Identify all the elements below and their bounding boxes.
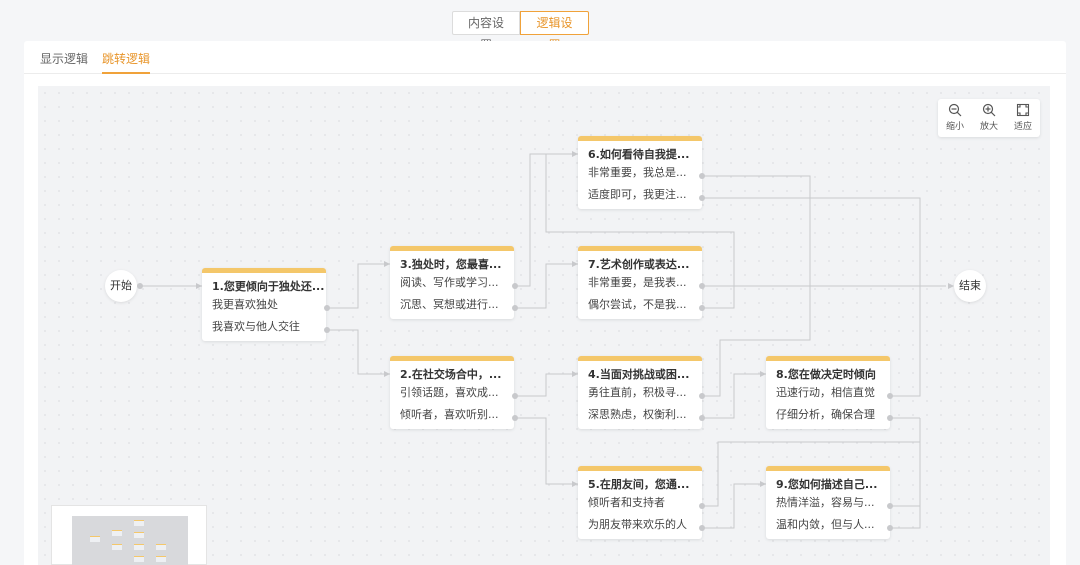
content-settings-tab[interactable]: 内容设置 bbox=[452, 11, 520, 52]
option-port[interactable] bbox=[512, 283, 518, 289]
option-port[interactable] bbox=[699, 503, 705, 509]
question-node-6[interactable]: 6.如何看待自我提... 非常重要，我总是... 适度即可，我更注... bbox=[578, 136, 702, 209]
question-node-3[interactable]: 3.独处时，您最喜... 阅读、写作或学习... 沉思、冥想或进行... bbox=[390, 246, 514, 319]
question-node-2[interactable]: 2.在社交场合中，... 引领话题，喜欢成... 倾听者，喜欢听别... bbox=[390, 356, 514, 429]
node-option: 沉思、冥想或进行... bbox=[400, 298, 499, 311]
node-title: 2.在社交场合中，... bbox=[400, 368, 502, 381]
node-option: 温和内敛，但与人... bbox=[776, 518, 875, 531]
node-option: 非常重要，是我表... bbox=[588, 276, 687, 289]
minimap-node bbox=[156, 556, 166, 562]
option-port[interactable] bbox=[699, 283, 705, 289]
node-title: 8.您在做决定时倾向 bbox=[776, 368, 876, 381]
question-node-8[interactable]: 8.您在做决定时倾向 迅速行动，相信直觉 仔细分析，确保合理 bbox=[766, 356, 890, 429]
node-option: 适度即可，我更注... bbox=[588, 188, 687, 201]
node-option: 仔细分析，确保合理 bbox=[776, 408, 875, 421]
minimap-node bbox=[156, 544, 166, 550]
option-port[interactable] bbox=[699, 305, 705, 311]
option-port[interactable] bbox=[699, 195, 705, 201]
minimap-node bbox=[134, 532, 144, 538]
fit-screen-icon bbox=[1016, 103, 1030, 117]
minimap-node bbox=[112, 530, 122, 536]
node-title: 1.您更倾向于独处还... bbox=[212, 280, 325, 293]
tab-display-logic[interactable]: 显示逻辑 bbox=[40, 50, 88, 74]
minimap-node bbox=[134, 520, 144, 526]
tab-jump-logic[interactable]: 跳转逻辑 bbox=[102, 50, 151, 74]
option-port[interactable] bbox=[324, 327, 330, 333]
question-node-9[interactable]: 9.您如何描述自己... 热情洋溢，容易与... 温和内敛，但与人... bbox=[766, 466, 890, 539]
node-option: 阅读、写作或学习... bbox=[400, 276, 499, 289]
minimap[interactable] bbox=[51, 505, 207, 565]
node-title: 3.独处时，您最喜... bbox=[400, 258, 502, 271]
minimap-viewport[interactable] bbox=[72, 516, 188, 565]
option-port[interactable] bbox=[699, 173, 705, 179]
node-title: 5.在朋友间，您通... bbox=[588, 478, 690, 491]
node-option: 我更喜欢独处 bbox=[212, 298, 278, 311]
option-port[interactable] bbox=[512, 415, 518, 421]
option-port[interactable] bbox=[699, 393, 705, 399]
zoom-in-icon bbox=[982, 103, 996, 117]
zoom-controls: 缩小 放大 适应 bbox=[938, 99, 1040, 137]
node-option: 深思熟虑，权衡利... bbox=[588, 408, 687, 421]
option-port[interactable] bbox=[512, 305, 518, 311]
minimap-node bbox=[134, 544, 144, 550]
option-port[interactable] bbox=[887, 503, 893, 509]
minimap-node bbox=[90, 536, 100, 542]
option-port[interactable] bbox=[512, 393, 518, 399]
node-title: 4.当面对挑战或困... bbox=[588, 368, 690, 381]
start-port[interactable] bbox=[137, 283, 143, 289]
sub-tabs: 显示逻辑 跳转逻辑 bbox=[24, 41, 1066, 74]
option-port[interactable] bbox=[699, 415, 705, 421]
option-port[interactable] bbox=[887, 525, 893, 531]
start-node[interactable]: 开始 bbox=[105, 270, 137, 302]
node-option: 倾听者，喜欢听别... bbox=[400, 408, 499, 421]
fit-view-button[interactable]: 适应 bbox=[1008, 103, 1038, 137]
node-title: 6.如何看待自我提... bbox=[588, 148, 690, 161]
option-port[interactable] bbox=[887, 415, 893, 421]
question-node-5[interactable]: 5.在朋友间，您通... 倾听者和支持者 为朋友带来欢乐的人 bbox=[578, 466, 702, 539]
flow-canvas[interactable] bbox=[38, 86, 1050, 565]
option-port[interactable] bbox=[324, 305, 330, 311]
node-option: 非常重要，我总是... bbox=[588, 166, 687, 179]
zoom-out-button[interactable]: 缩小 bbox=[940, 103, 970, 137]
node-option: 勇往直前，积极寻... bbox=[588, 386, 687, 399]
zoom-in-button[interactable]: 放大 bbox=[974, 103, 1004, 137]
minimap-node bbox=[134, 556, 144, 562]
fit-view-label: 适应 bbox=[1013, 122, 1032, 132]
node-option: 引领话题，喜欢成... bbox=[400, 386, 499, 399]
minimap-node bbox=[112, 544, 122, 550]
question-node-1[interactable]: 1.您更倾向于独处还... 我更喜欢独处 我喜欢与他人交往 bbox=[202, 268, 326, 341]
logic-settings-tab[interactable]: 逻辑设置 bbox=[520, 11, 589, 52]
node-option: 为朋友带来欢乐的人 bbox=[588, 518, 687, 531]
zoom-out-icon bbox=[948, 103, 962, 117]
logic-mode-switch: 内容设置 逻辑设置 bbox=[452, 11, 589, 52]
option-port[interactable] bbox=[887, 393, 893, 399]
node-option: 倾听者和支持者 bbox=[588, 496, 665, 509]
option-port[interactable] bbox=[699, 525, 705, 531]
node-option: 迅速行动，相信直觉 bbox=[776, 386, 875, 399]
node-title: 7.艺术创作或表达... bbox=[588, 258, 690, 271]
node-option: 偶尔尝试，不是我... bbox=[588, 298, 687, 311]
zoom-in-label: 放大 bbox=[979, 122, 998, 132]
question-node-4[interactable]: 4.当面对挑战或困... 勇往直前，积极寻... 深思熟虑，权衡利... bbox=[578, 356, 702, 429]
node-title: 9.您如何描述自己... bbox=[776, 478, 878, 491]
question-node-7[interactable]: 7.艺术创作或表达... 非常重要，是我表... 偶尔尝试，不是我... bbox=[578, 246, 702, 319]
logic-card: 显示逻辑 跳转逻辑 bbox=[24, 41, 1066, 565]
node-option: 我喜欢与他人交往 bbox=[212, 320, 300, 333]
zoom-out-label: 缩小 bbox=[945, 122, 964, 132]
end-node[interactable]: 结束 bbox=[954, 270, 986, 302]
node-option: 热情洋溢，容易与... bbox=[776, 496, 875, 509]
